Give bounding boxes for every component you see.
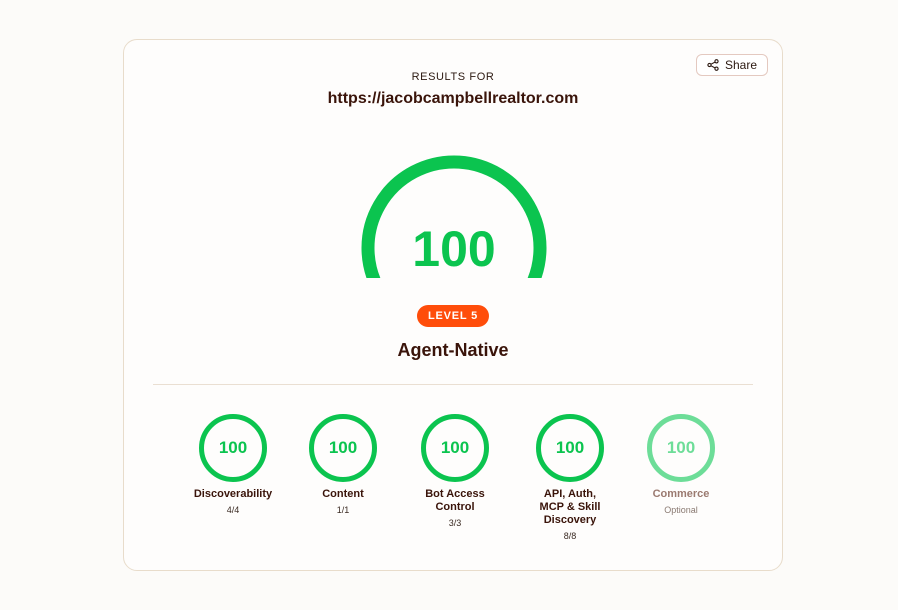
share-icon bbox=[707, 59, 719, 71]
category-detail: 8/8 bbox=[563, 531, 577, 541]
category-content: 100 Content 1/1 bbox=[288, 414, 398, 515]
level-name: Agent-Native bbox=[397, 340, 509, 360]
category-score-ring: 100 bbox=[536, 414, 604, 482]
category-score-ring: 100 bbox=[647, 414, 715, 482]
level-badge: LEVEL 5 bbox=[416, 305, 490, 327]
category-detail: 4/4 bbox=[226, 505, 240, 515]
overall-score-gauge: 100 bbox=[354, 148, 554, 298]
results-card: Share RESULTS FOR https://jacobcampbellr… bbox=[123, 39, 783, 571]
category-name: Bot Access Control bbox=[425, 488, 485, 513]
category-name: Content bbox=[322, 488, 364, 500]
category-discoverability: 100 Discoverability 4/4 bbox=[178, 414, 288, 515]
category-api-auth-mcp-skill: 100 API, Auth, MCP & Skill Discovery 8/8 bbox=[515, 414, 625, 541]
category-score-ring: 100 bbox=[199, 414, 267, 482]
category-detail: 1/1 bbox=[336, 505, 350, 515]
share-label: Share bbox=[724, 58, 757, 72]
category-name: API, Auth, MCP & Skill Discovery bbox=[539, 488, 601, 526]
overall-score: 100 bbox=[412, 221, 496, 277]
category-score-ring: 100 bbox=[421, 414, 489, 482]
category-name: Discoverability bbox=[193, 488, 273, 500]
category-detail: 3/3 bbox=[448, 518, 462, 528]
divider bbox=[153, 384, 753, 385]
results-for-label: RESULTS FOR bbox=[411, 71, 495, 83]
site-url: https://jacobcampbellrealtor.com bbox=[327, 90, 579, 107]
category-score-ring: 100 bbox=[309, 414, 377, 482]
category-commerce: 100 Commerce Optional bbox=[626, 414, 736, 515]
category-detail: Optional bbox=[664, 505, 698, 515]
category-name: Commerce bbox=[652, 488, 710, 500]
category-bot-access-control: 100 Bot Access Control 3/3 bbox=[400, 414, 510, 528]
